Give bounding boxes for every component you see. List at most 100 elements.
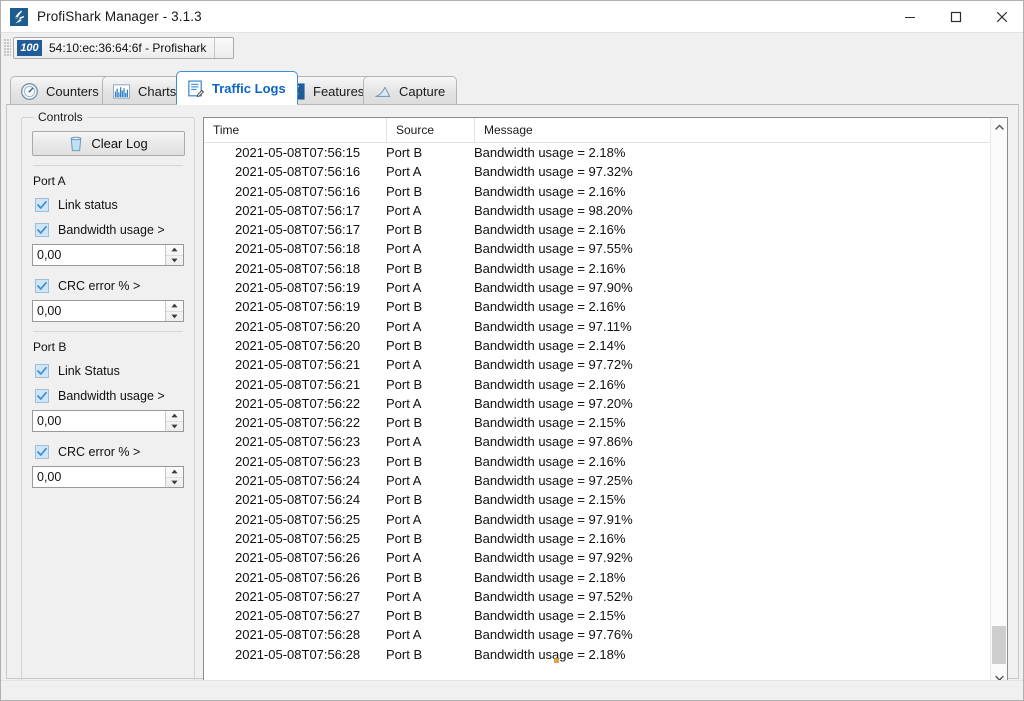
maximize-button[interactable]: [933, 1, 979, 32]
log-message-cell: Bandwidth usage = 97.91%: [474, 511, 633, 527]
port-a-bandwidth-spin-buttons[interactable]: [165, 245, 183, 265]
port-b-link-status-row[interactable]: Link Status: [32, 360, 185, 381]
table-row[interactable]: 2021-05-08T07:56:24 Port B Bandwidth usage…: [204, 490, 989, 509]
tab-counters[interactable]: Counters: [10, 76, 111, 105]
log-message-cell: Bandwidth usage = 97.72%: [474, 357, 633, 373]
table-row[interactable]: 2021-05-08T07:56:22 Port A Bandwidth usage…: [204, 394, 989, 413]
table-row[interactable]: 2021-05-08T07:56:25 Port B Bandwidth usage…: [204, 529, 989, 548]
device-toolbar: 100 54:10:ec:36:64:6f - Profishark: [1, 32, 1023, 62]
table-row[interactable]: 2021-05-08T07:56:16 Port B Bandwidth usage…: [204, 182, 989, 201]
table-row[interactable]: 2021-05-08T07:56:28 Port A Bandwidth usage…: [204, 625, 989, 644]
port-b-bandwidth-row[interactable]: Bandwidth usage >: [32, 385, 185, 406]
log-source-cell: Port A: [386, 318, 422, 334]
port-a-crc-label: CRC error % >: [58, 278, 141, 293]
table-row[interactable]: 2021-05-08T07:56:25 Port A Bandwidth usage…: [204, 510, 989, 529]
port-a-crc-spin-buttons[interactable]: [165, 301, 183, 321]
table-row[interactable]: 2021-05-08T07:56:23 Port A Bandwidth usage…: [204, 432, 989, 451]
table-row[interactable]: 2021-05-08T07:56:21 Port A Bandwidth usage…: [204, 355, 989, 374]
port-a-crc-value[interactable]: 0,00: [33, 301, 165, 321]
spin-down-icon[interactable]: [166, 422, 183, 432]
traffic-log-list: Time Source Message 2021-05-08T07:56:15 P…: [203, 117, 1008, 687]
close-button[interactable]: [979, 1, 1023, 32]
port-b-crc-spin-buttons[interactable]: [165, 467, 183, 487]
spin-down-icon[interactable]: [166, 256, 183, 266]
port-b-bandwidth-spin-buttons[interactable]: [165, 411, 183, 431]
log-time-cell: 2021-05-08T07:56:22: [235, 415, 361, 431]
port-a-bandwidth-checkbox[interactable]: [35, 222, 49, 237]
log-source-cell: Port B: [386, 646, 423, 662]
log-time-cell: 2021-05-08T07:56:18: [235, 260, 361, 276]
spin-up-icon[interactable]: [166, 245, 183, 256]
port-b-crc-value[interactable]: 0,00: [33, 467, 165, 487]
port-b-bandwidth-checkbox[interactable]: [35, 388, 49, 403]
table-row[interactable]: 2021-05-08T07:56:21 Port B Bandwidth usage…: [204, 375, 989, 394]
log-time-cell: 2021-05-08T07:56:19: [235, 280, 361, 296]
log-vertical-scrollbar[interactable]: [990, 118, 1007, 686]
port-b-crc-checkbox[interactable]: [35, 444, 49, 459]
port-b-bandwidth-stepper[interactable]: 0,00: [32, 410, 184, 432]
port-a-crc-stepper[interactable]: 0,00: [32, 300, 184, 322]
port-a-bandwidth-stepper[interactable]: 0,00: [32, 244, 184, 266]
scrollbar-thumb[interactable]: [992, 626, 1006, 664]
minimize-button[interactable]: [887, 1, 933, 32]
log-time-cell: 2021-05-08T07:56:23: [235, 434, 361, 450]
port-a-bandwidth-value[interactable]: 0,00: [33, 245, 165, 265]
gauge-icon: [21, 82, 38, 100]
table-row[interactable]: 2021-05-08T07:56:19 Port A Bandwidth usage…: [204, 278, 989, 297]
device-dropdown-split[interactable]: [214, 37, 233, 58]
table-row[interactable]: 2021-05-08T07:56:18 Port A Bandwidth usage…: [204, 239, 989, 258]
table-row[interactable]: 2021-05-08T07:56:17 Port A Bandwidth usage…: [204, 201, 989, 220]
table-row[interactable]: 2021-05-08T07:56:24 Port A Bandwidth usage…: [204, 471, 989, 490]
table-row[interactable]: 2021-05-08T07:56:20 Port A Bandwidth usage…: [204, 317, 989, 336]
port-b-crc-row[interactable]: CRC error % >: [32, 441, 185, 462]
spin-down-icon[interactable]: [166, 478, 183, 488]
log-message-cell: Bandwidth usage = 2.18%: [474, 145, 626, 160]
table-row[interactable]: 2021-05-08T07:56:22 Port B Bandwidth usage…: [204, 413, 989, 432]
table-row[interactable]: 2021-05-08T07:56:19 Port B Bandwidth usage…: [204, 297, 989, 316]
log-time-cell: 2021-05-08T07:56:15: [235, 145, 361, 160]
port-a-crc-row[interactable]: CRC error % >: [32, 275, 185, 296]
port-b-crc-stepper[interactable]: 0,00: [32, 466, 184, 488]
port-a-link-status-row[interactable]: Link status: [32, 194, 185, 215]
log-source-cell: Port B: [386, 608, 423, 624]
table-row[interactable]: 2021-05-08T07:56:16 Port A Bandwidth usage…: [204, 162, 989, 181]
table-row[interactable]: 2021-05-08T07:56:17 Port B Bandwidth usage…: [204, 220, 989, 239]
port-b-link-status-checkbox[interactable]: [35, 363, 49, 378]
table-row[interactable]: 2021-05-08T07:56:20 Port B Bandwidth usage…: [204, 336, 989, 355]
table-row[interactable]: 2021-05-08T07:56:15 Port B Bandwidth usage…: [204, 143, 989, 162]
tab-traffic-logs[interactable]: Traffic Logs: [176, 71, 298, 105]
tab-capture[interactable]: Capture: [363, 76, 458, 105]
log-source-cell: Port A: [386, 627, 422, 643]
log-table-body: 2021-05-08T07:56:15 Port B Bandwidth usage…: [204, 143, 989, 686]
log-time-cell: 2021-05-08T07:56:25: [235, 511, 361, 527]
tab-features-label: Features: [313, 83, 365, 99]
spin-up-icon[interactable]: [166, 467, 183, 478]
device-selector-button[interactable]: 100 54:10:ec:36:64:6f - Profishark: [13, 36, 235, 59]
clear-log-button[interactable]: Clear Log: [32, 131, 185, 156]
table-row[interactable]: 2021-05-08T07:56:26 Port A Bandwidth usage…: [204, 548, 989, 567]
table-row[interactable]: 2021-05-08T07:56:27 Port A Bandwidth usage…: [204, 587, 989, 606]
table-row[interactable]: 2021-05-08T07:56:28 Port B Bandwidth usage…: [204, 645, 989, 664]
scrollbar-track[interactable]: [991, 135, 1007, 669]
column-header-message[interactable]: Message: [474, 118, 994, 142]
port-a-link-status-label: Link status: [58, 197, 118, 212]
spin-down-icon[interactable]: [166, 312, 183, 322]
table-row[interactable]: 2021-05-08T07:56:23 Port B Bandwidth usage…: [204, 452, 989, 471]
log-time-cell: 2021-05-08T07:56:26: [235, 569, 361, 585]
port-a-crc-checkbox[interactable]: [35, 278, 49, 293]
log-source-cell: Port A: [386, 164, 422, 180]
column-header-time[interactable]: Time: [204, 118, 386, 142]
toolbar-grip-handle[interactable]: [4, 38, 11, 57]
status-bar: [1, 680, 1023, 700]
port-b-bandwidth-value[interactable]: 0,00: [33, 411, 165, 431]
column-header-source[interactable]: Source: [386, 118, 474, 142]
spin-up-icon[interactable]: [166, 301, 183, 312]
table-row[interactable]: 2021-05-08T07:56:26 Port B Bandwidth usage…: [204, 568, 989, 587]
spin-up-icon[interactable]: [166, 411, 183, 422]
port-a-bandwidth-row[interactable]: Bandwidth usage >: [32, 219, 185, 240]
scroll-up-button[interactable]: [991, 118, 1007, 135]
port-a-link-status-checkbox[interactable]: [35, 197, 49, 212]
log-message-cell: Bandwidth usage = 2.14%: [474, 337, 626, 353]
table-row[interactable]: 2021-05-08T07:56:27 Port B Bandwidth usage…: [204, 606, 989, 625]
table-row[interactable]: 2021-05-08T07:56:18 Port B Bandwidth usage…: [204, 259, 989, 278]
